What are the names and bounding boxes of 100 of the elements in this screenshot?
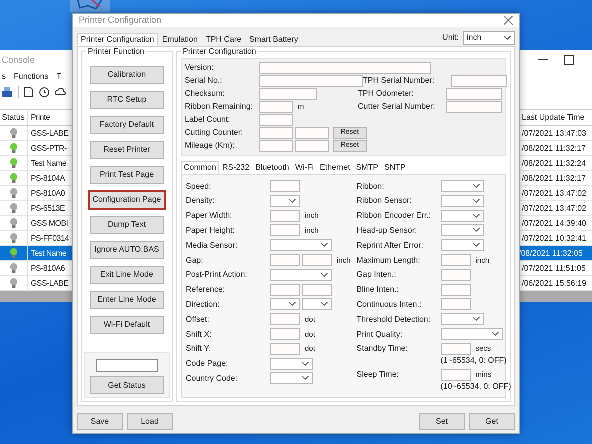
text-field[interactable] [259, 114, 293, 126]
text-field[interactable] [270, 210, 300, 222]
text-field[interactable] [259, 74, 363, 87]
field-label: Density: [186, 196, 216, 206]
tab[interactable]: Common [181, 160, 220, 174]
close-icon[interactable] [504, 16, 513, 25]
cloud-icon[interactable] [55, 86, 66, 98]
dropdown[interactable] [440, 328, 503, 340]
menu-item[interactable]: Functions [14, 72, 49, 81]
text-field[interactable] [440, 284, 471, 296]
text-field[interactable] [259, 100, 293, 113]
table-cell-text: PS-6513E [30, 204, 66, 212]
column-header[interactable]: Last Update Time [520, 113, 592, 122]
unit-dropdown[interactable]: inch [463, 30, 515, 45]
tab[interactable]: Emulation [158, 32, 202, 46]
text-field[interactable] [440, 298, 471, 310]
text-field[interactable] [270, 342, 300, 355]
dropdown[interactable] [270, 358, 313, 370]
table-cell-text: /08/2021 11:32:17 [521, 144, 587, 152]
function-button[interactable]: Print Test Page [90, 166, 164, 184]
dropdown[interactable] [302, 298, 332, 310]
text-field[interactable] [259, 126, 293, 139]
text-field[interactable] [259, 62, 431, 74]
dropdown[interactable] [440, 224, 484, 236]
table-cell-text: /07/2021 14:39:40 [521, 218, 588, 228]
dropdown[interactable] [440, 210, 484, 222]
dropdown[interactable] [440, 313, 484, 326]
dropdown[interactable] [270, 194, 300, 207]
dialog-button[interactable]: Load [127, 413, 173, 430]
tab[interactable]: SNTP [382, 160, 409, 174]
text-field[interactable] [270, 180, 300, 192]
dropdown[interactable] [270, 239, 332, 252]
caret-icon [289, 198, 296, 203]
dialog-button[interactable]: Set [419, 413, 465, 430]
dropdown[interactable] [270, 372, 313, 384]
text-field[interactable] [446, 100, 502, 113]
function-button[interactable]: Reset Printer [90, 140, 164, 159]
function-button[interactable]: Factory Default [90, 116, 164, 134]
printer-icon[interactable] [1, 86, 13, 98]
dropdown[interactable] [270, 268, 332, 281]
function-button[interactable]: RTC Setup [90, 90, 164, 109]
field-label: Label Count: [185, 115, 232, 124]
dialog-button[interactable]: Save [77, 413, 123, 430]
text-field[interactable] [440, 342, 471, 355]
text-field[interactable] [270, 254, 300, 266]
tab[interactable]: Bluetooth [252, 160, 292, 174]
dropdown[interactable] [440, 239, 484, 252]
hint-text: (10~65534, 0: OFF) [440, 382, 512, 393]
field-label: Mileage (Km): [185, 141, 236, 150]
tab[interactable]: Ethernet [317, 160, 354, 174]
table-cell-text: /07/2021 10:32:41 [521, 234, 588, 242]
field-label: Gap Inten.: [356, 270, 398, 280]
function-button[interactable]: Enter Line Mode [90, 290, 164, 309]
dialog-button[interactable]: Get [469, 413, 515, 430]
function-button[interactable]: Calibration [90, 66, 164, 84]
text-field[interactable] [295, 126, 329, 139]
maximize-icon[interactable] [564, 55, 574, 65]
clock-icon[interactable] [39, 86, 50, 98]
document-icon[interactable] [24, 86, 34, 98]
function-button[interactable]: Ignore AUTO.BAS [90, 240, 164, 259]
table-cell-text: /07/2021 13:47:02 [521, 188, 588, 198]
column-header[interactable]: Printe [28, 113, 73, 122]
text-field[interactable] [295, 140, 329, 152]
dropdown[interactable] [440, 180, 484, 192]
dropdown[interactable] [440, 194, 484, 207]
text-field[interactable] [451, 74, 507, 87]
text-field[interactable] [446, 88, 502, 100]
text-field[interactable] [270, 224, 300, 236]
menu-item[interactable]: s [2, 72, 6, 81]
text-field[interactable] [302, 284, 332, 296]
dropdown[interactable] [270, 298, 300, 310]
tab[interactable]: Wi-Fi [292, 160, 318, 174]
text-field[interactable] [259, 88, 317, 100]
text-field[interactable] [270, 313, 300, 326]
field-label: Gap: [186, 256, 204, 265]
tab[interactable]: TPH Care [202, 32, 246, 46]
text-field[interactable] [302, 254, 332, 266]
table-cell-text: PS-810A0 [30, 188, 66, 198]
function-button[interactable]: Wi-Fi Default [90, 316, 164, 334]
text-field[interactable] [440, 268, 471, 281]
text-field[interactable] [270, 328, 300, 340]
text-field[interactable] [259, 140, 293, 152]
text-field[interactable] [440, 254, 471, 266]
function-button[interactable]: Dump Text [90, 216, 164, 234]
function-button[interactable]: Configuration Page [88, 190, 166, 210]
menu-item[interactable]: T [56, 72, 62, 81]
tab[interactable]: RS-232 [219, 160, 253, 174]
text-field[interactable] [270, 284, 300, 296]
tab[interactable]: Smart Battery [246, 32, 302, 46]
caret-icon [321, 243, 328, 248]
get-status-button[interactable]: Get Status [90, 376, 164, 394]
window-title: Printer Configuration [79, 15, 162, 26]
tab[interactable]: Printer Configuration [77, 32, 158, 46]
function-button[interactable]: Exit Line Mode [90, 266, 164, 284]
column-header[interactable]: Status [0, 110, 28, 125]
field-label: Offset: [186, 314, 210, 324]
field-label: Print Quality: [356, 330, 404, 338]
status-field[interactable] [96, 359, 158, 372]
tab[interactable]: SMTP [353, 160, 382, 174]
text-field[interactable] [440, 368, 471, 381]
